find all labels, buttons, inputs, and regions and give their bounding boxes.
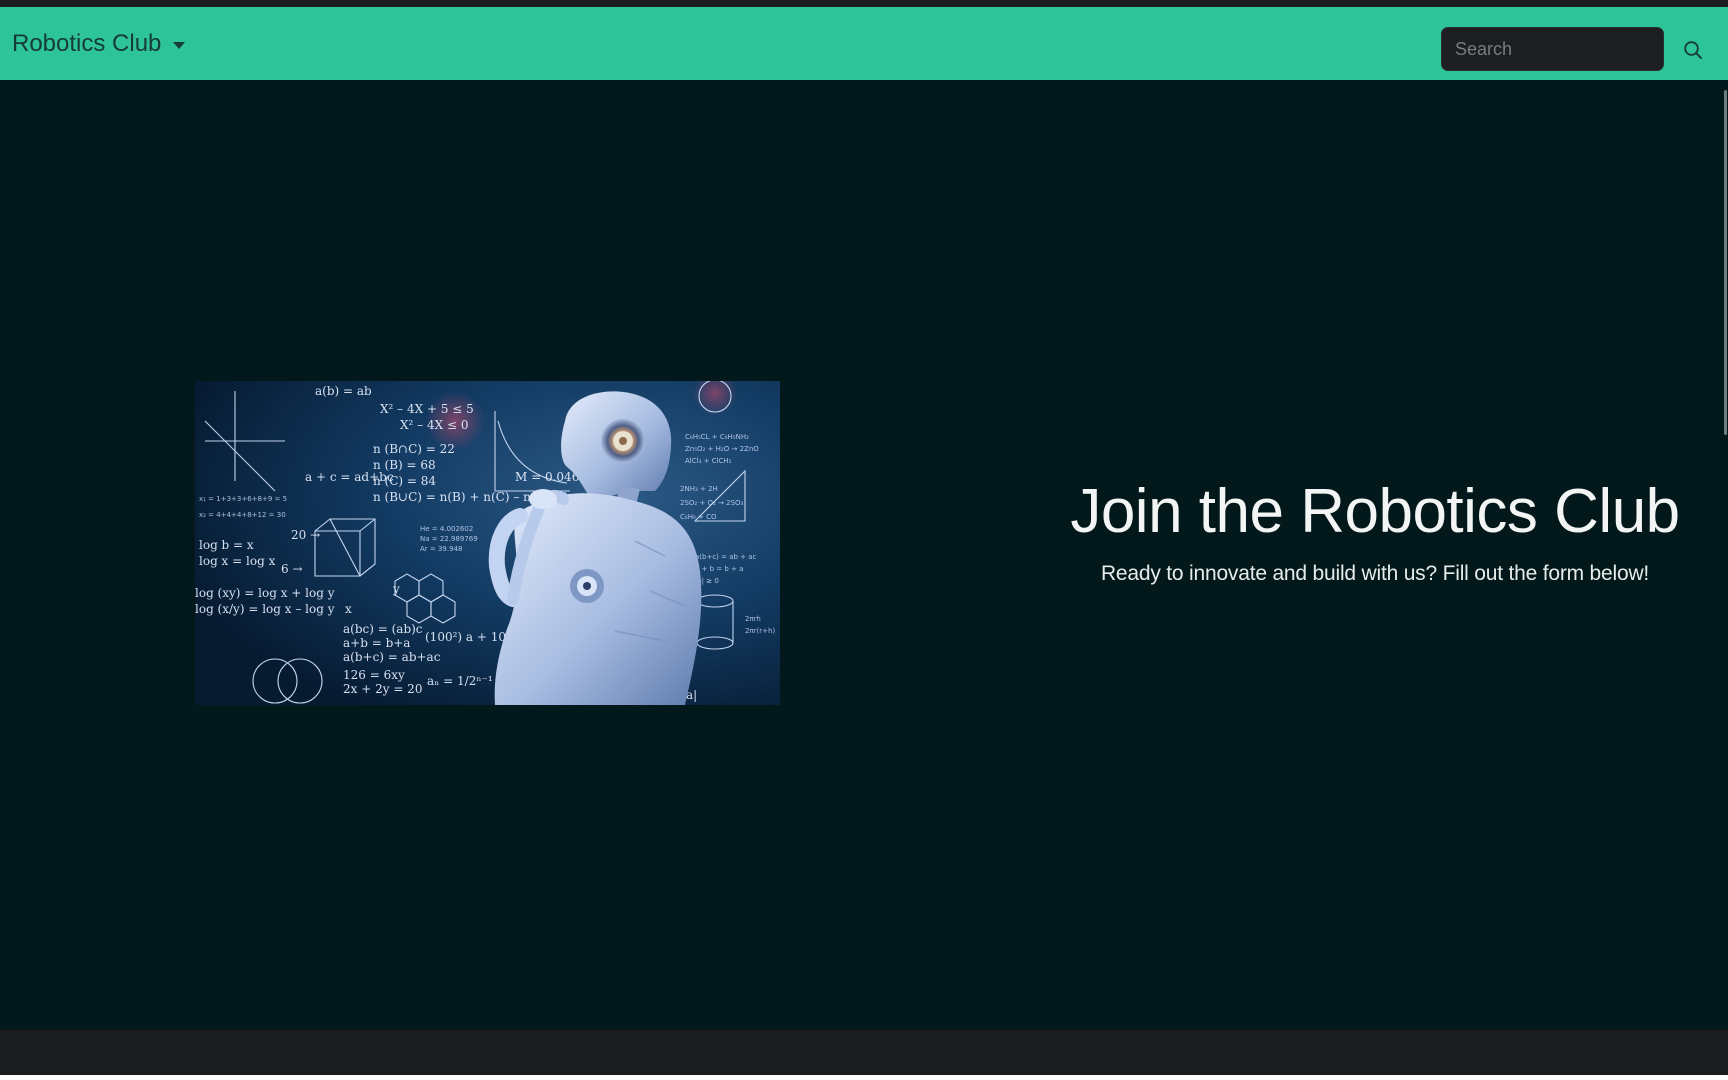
svg-text:a(b+c) = ab+ac: a(b+c) = ab+ac — [343, 650, 441, 664]
svg-text:He = 4.002602: He = 4.002602 — [420, 525, 473, 533]
robot-illustration: a(b) = ab X² – 4X + 5 ≤ 5 X² – 4X ≤ 0 n … — [195, 381, 780, 705]
hero-robot-image: a(b) = ab X² – 4X + 5 ≤ 5 X² – 4X ≤ 0 n … — [195, 381, 780, 705]
svg-text:C₆H₆ + CO: C₆H₆ + CO — [680, 513, 717, 521]
svg-text:a + c = ad+bc: a + c = ad+bc — [305, 470, 394, 484]
footer-bar — [0, 1030, 1728, 1075]
svg-text:X² – 4X ≤ 0: X² – 4X ≤ 0 — [400, 418, 468, 432]
page: Robotics Club Search a(b) = ab X² – 4X +… — [0, 7, 1728, 1075]
svg-text:log (xy) = log x + log y: log (xy) = log x + log y — [195, 586, 335, 600]
hero-text-block: Join the Robotics Club Ready to innovate… — [1050, 479, 1700, 586]
scrollbar[interactable] — [1722, 80, 1728, 1075]
svg-text:x₂ = 4+4+4+8+12 = 30: x₂ = 4+4+4+8+12 = 30 — [199, 511, 286, 519]
svg-text:a(bc) = (ab)c: a(bc) = (ab)c — [343, 622, 423, 636]
navbar: Robotics Club — [0, 7, 1728, 80]
svg-text:AlCl₃ + ClCH₂: AlCl₃ + ClCH₂ — [685, 457, 732, 465]
svg-text:a(b+c) = ab + ac: a(b+c) = ab + ac — [695, 553, 757, 561]
search-button[interactable] — [1680, 37, 1706, 63]
browser-bookmarks-strip — [0, 0, 1728, 7]
svg-text:x: x — [345, 602, 352, 616]
svg-text:log x = log x: log x = log x — [199, 554, 276, 568]
svg-text:20 →: 20 → — [291, 528, 320, 542]
search-icon — [1684, 41, 1702, 59]
svg-text:2SO₂ + O₂ → 2SO₃: 2SO₂ + O₂ → 2SO₃ — [680, 499, 744, 507]
scrollbar-thumb[interactable] — [1724, 90, 1727, 435]
svg-text:126 = 6xy: 126 = 6xy — [343, 668, 405, 682]
search-input[interactable] — [1441, 27, 1664, 71]
svg-text:2x + 2y = 20: 2x + 2y = 20 — [343, 682, 422, 696]
svg-text:y: y — [392, 582, 400, 596]
svg-text:C₆H₅CL + C₆H₅NH₂: C₆H₅CL + C₆H₅NH₂ — [685, 433, 749, 441]
svg-text:log (x/y) = log x – log y: log (x/y) = log x – log y — [195, 602, 335, 616]
svg-text:Zn₅O₂ + H₂O → 2ZnO: Zn₅O₂ + H₂O → 2ZnO — [685, 445, 759, 453]
brand-label: Robotics Club — [12, 30, 162, 57]
svg-text:log b = x: log b = x — [199, 538, 254, 552]
svg-text:2NH₃ + 2H: 2NH₃ + 2H — [680, 485, 718, 493]
hero-subtitle: Ready to innovate and build with us? Fil… — [1100, 562, 1650, 586]
svg-text:aₙ = 1/2ⁿ⁻¹: aₙ = 1/2ⁿ⁻¹ — [427, 674, 493, 688]
svg-text:n (B∩C) = 22: n (B∩C) = 22 — [373, 442, 455, 456]
svg-text:x₁ = 1+3+3+6+8+9 = 5: x₁ = 1+3+3+6+8+9 = 5 — [199, 495, 287, 503]
svg-text:2πr(r+h): 2πr(r+h) — [745, 627, 775, 635]
brand-dropdown[interactable]: Robotics Club — [12, 29, 186, 59]
svg-text:2πrh: 2πrh — [745, 615, 761, 623]
svg-text:Na = 22.989769: Na = 22.989769 — [420, 535, 478, 543]
svg-text:6 →: 6 → — [281, 562, 303, 576]
svg-text:a+b = b+a: a+b = b+a — [343, 636, 410, 650]
svg-text:a(b) = ab: a(b) = ab — [315, 384, 372, 398]
caret-down-icon — [173, 41, 186, 49]
hero-title: Join the Robotics Club — [1070, 477, 1680, 546]
svg-text:X² – 4X + 5 ≤ 5: X² – 4X + 5 ≤ 5 — [380, 402, 474, 416]
svg-text:a + b = b + a: a + b = b + a — [695, 565, 743, 573]
svg-text:Ar = 39.948: Ar = 39.948 — [420, 545, 462, 553]
